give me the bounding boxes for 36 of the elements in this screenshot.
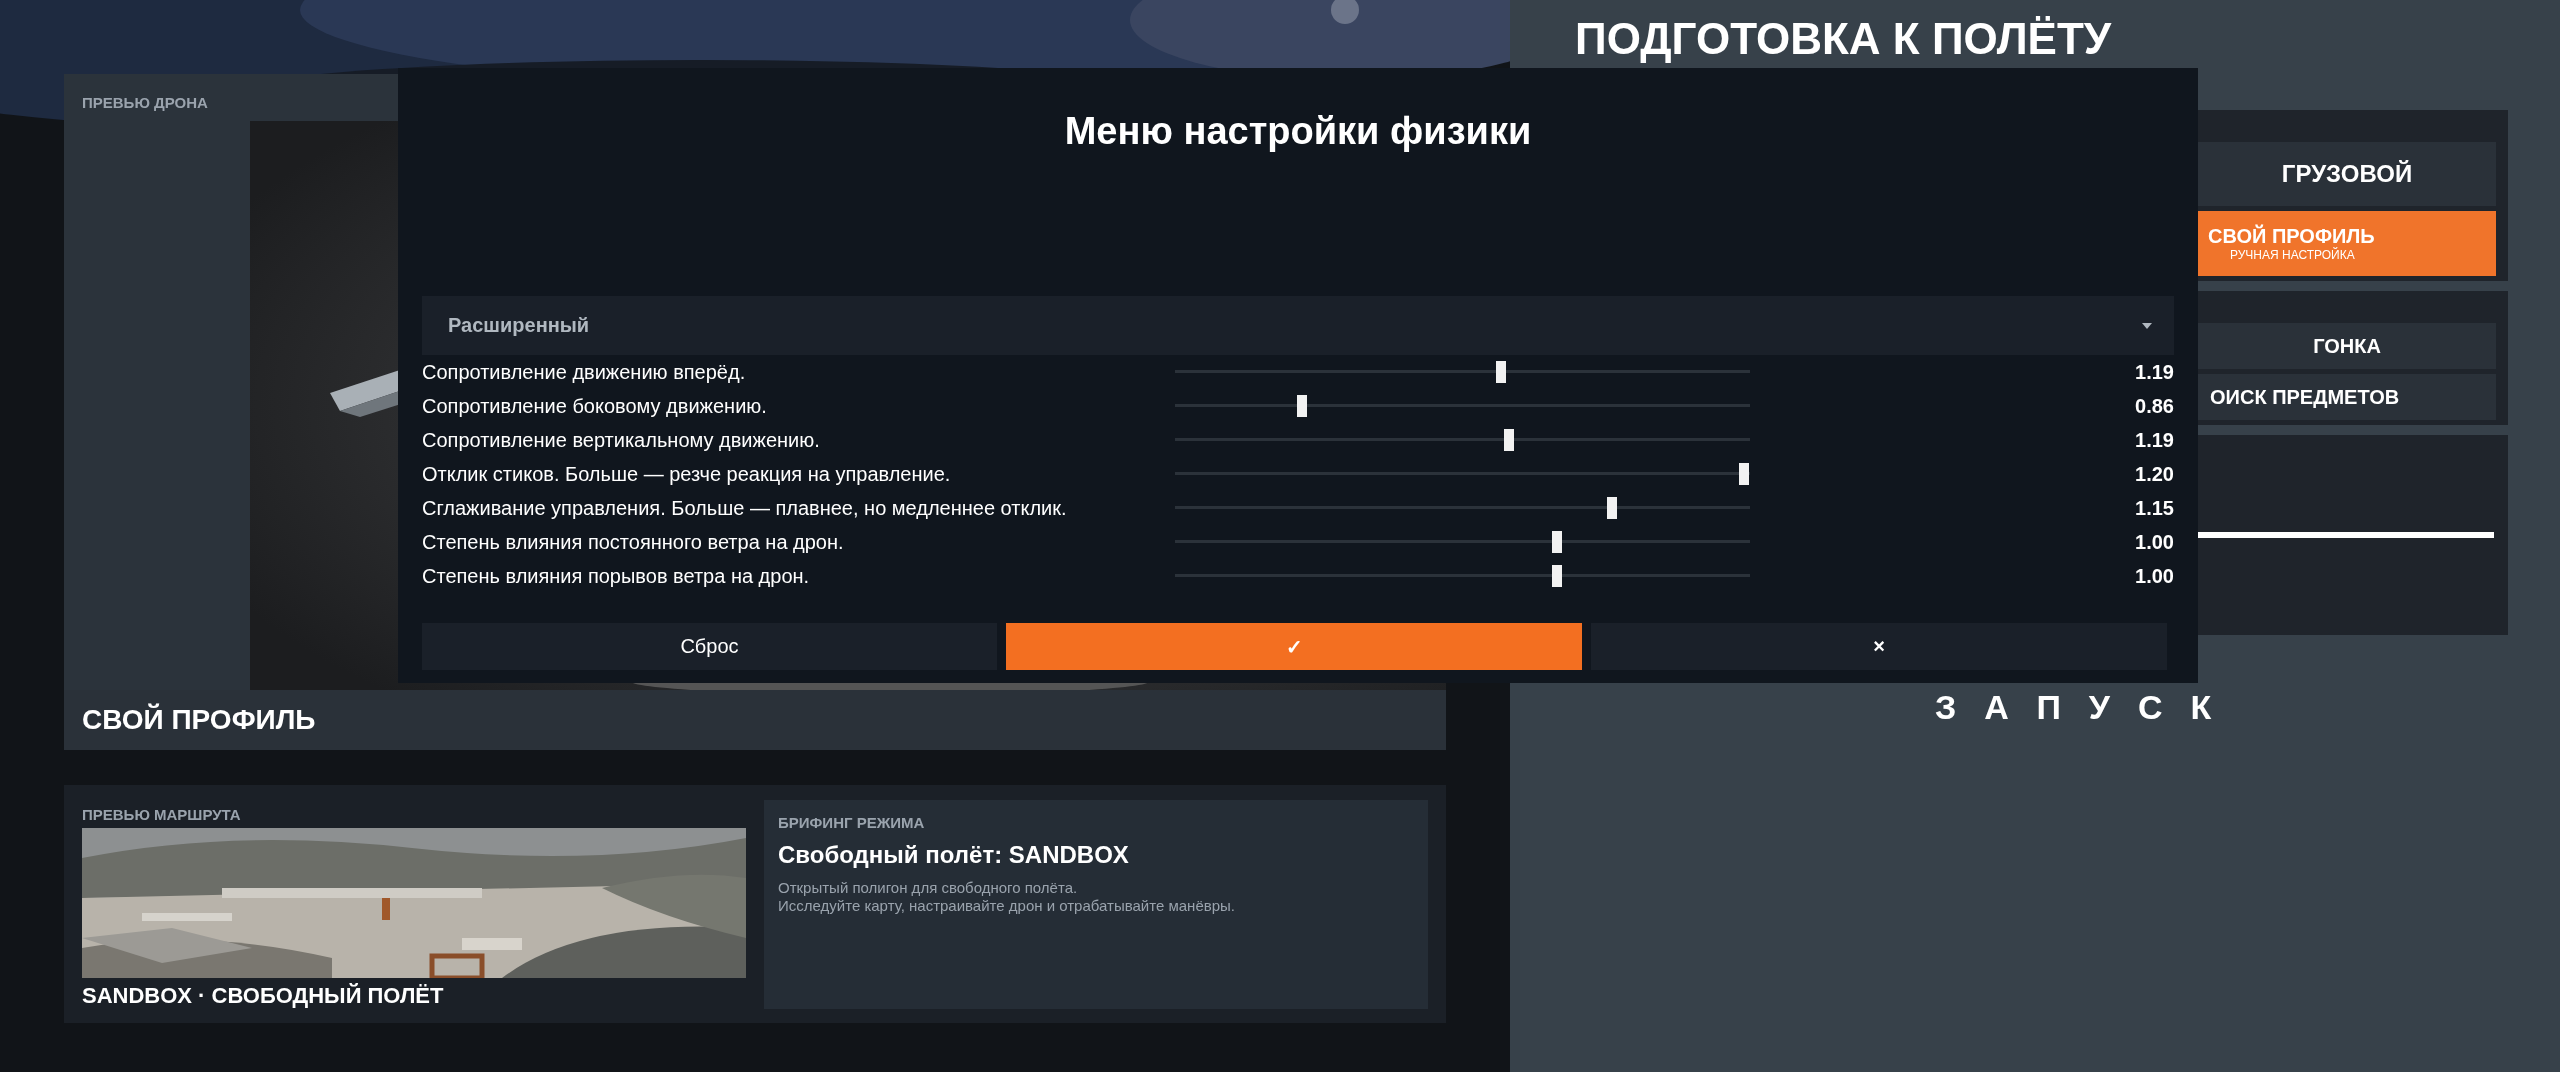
setting-label: Отклик стиков. Больше — резче реакция на управление. bbox=[422, 462, 951, 486]
setting-value: 0.86 bbox=[2135, 394, 2174, 418]
preset-dropdown[interactable]: Расширенный bbox=[422, 296, 2174, 355]
setting-value: 1.15 bbox=[2135, 496, 2174, 520]
mode-button[interactable]: ОИСК ПРЕДМЕТОВ bbox=[2198, 374, 2496, 420]
mode-button[interactable]: ГОНКА bbox=[2198, 323, 2496, 369]
setting-value: 1.20 bbox=[2135, 462, 2174, 486]
slider-thumb[interactable] bbox=[1296, 395, 1307, 417]
setting-value: 1.00 bbox=[2135, 530, 2174, 554]
section-label: ПРЕВЬЮ МАРШРУТА bbox=[82, 805, 242, 825]
slider-thumb[interactable] bbox=[1503, 429, 1514, 451]
setting-value: 1.19 bbox=[2135, 428, 2174, 452]
page-title: ПОДГОТОВКА К ПОЛЁТУ bbox=[1574, 13, 2113, 65]
route-caption: SANDBOX · СВОБОДНЫЙ ПОЛЁТ bbox=[82, 983, 445, 1009]
slider-thumb[interactable] bbox=[1607, 497, 1617, 519]
caret-icon bbox=[2142, 322, 2152, 329]
reset-button[interactable]: Сброс bbox=[422, 623, 997, 670]
slider-thumb[interactable] bbox=[1739, 463, 1750, 485]
setting-label: Сглаживание управления. Больше — плавнее, но медленнее отклик. bbox=[422, 496, 1067, 520]
setting-label: Сопротивление боковому движению. bbox=[422, 394, 767, 418]
slider-thumb[interactable] bbox=[1551, 531, 1562, 553]
setting-label: Сопротивление движению вперёд. bbox=[422, 360, 746, 384]
section-label: БРИФИНГ РЕЖИМА bbox=[778, 814, 926, 833]
launch-button[interactable]: ЗАПУСК bbox=[1935, 688, 2240, 727]
profile-button[interactable]: ГРУЗОВОЙ bbox=[2198, 142, 2496, 206]
briefing-title: Свободный полёт: SANDBOX bbox=[778, 841, 1130, 869]
close-button[interactable]: × bbox=[1591, 623, 2167, 670]
slider-thumb[interactable] bbox=[1496, 361, 1506, 383]
setting-value: 1.00 bbox=[2135, 564, 2174, 588]
slider-thumb[interactable] bbox=[1551, 565, 1562, 587]
briefing-text: Открытый полигон для свободного полёта. bbox=[778, 879, 1079, 897]
setting-label: Сопротивление вертикальному движению. bbox=[422, 428, 820, 452]
briefing-text: Исследуйте карту, настраивайте дрон и отрабатывайте манёвры. bbox=[778, 897, 1236, 915]
setting-value: 1.19 bbox=[2135, 360, 2174, 384]
setting-label: Степень влияния порывов ветра на дрон. bbox=[422, 564, 810, 588]
setting-label: Степень влияния постоянного ветра на дрон. bbox=[422, 530, 844, 554]
